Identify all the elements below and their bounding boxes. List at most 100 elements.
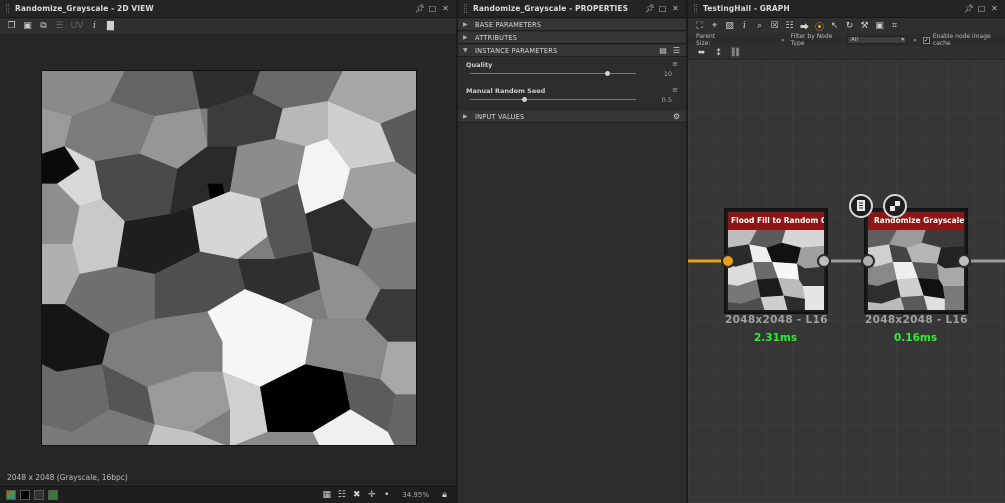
2d-view-statusbar: ▦ ☷ ✖ ✛ • 34.95% 🔒︎	[0, 486, 456, 503]
output-node-badge-icon[interactable]	[883, 194, 907, 218]
section-label: INSTANCE PARAMETERS	[475, 46, 558, 55]
graph-title: TestingHall - GRAPH	[703, 4, 790, 13]
param-label: Manual Random Seed	[466, 87, 546, 95]
cache-checkbox[interactable]: ✓	[922, 36, 930, 44]
background-black-swatch[interactable]	[20, 490, 30, 500]
output-port[interactable]	[817, 254, 831, 268]
export-icon[interactable]: ⧉	[38, 21, 49, 32]
pin-icon[interactable]: 📌︎	[415, 4, 425, 13]
link-nodes-icon[interactable]: ⬌	[696, 47, 707, 58]
expand-icon[interactable]: »	[913, 37, 917, 44]
node-cook-time: 2.31ms	[754, 332, 798, 344]
drag-grip-icon[interactable]	[6, 4, 9, 13]
preset-icon[interactable]: ▤	[659, 46, 667, 55]
param-options-icon[interactable]: ≡	[672, 86, 678, 94]
comment-icon[interactable]: ▣	[874, 21, 885, 32]
param-options-icon[interactable]: ≡	[672, 60, 678, 68]
menu-icon[interactable]: ☰	[673, 46, 680, 55]
input-port[interactable]	[861, 254, 875, 268]
pan-icon[interactable]: ✛	[366, 490, 377, 501]
save-icon[interactable]: ▣	[22, 21, 33, 32]
output-port[interactable]	[957, 254, 971, 268]
quality-slider-track[interactable]	[470, 73, 636, 74]
close-icon[interactable]: ✕	[441, 4, 450, 13]
seed-slider-track[interactable]	[470, 99, 636, 100]
chevron-down-icon: ▼	[463, 47, 468, 54]
image-icon[interactable]: ▨	[724, 21, 735, 32]
align-icon[interactable]: ↕	[713, 47, 724, 58]
2d-view-panel: Randomize_Grayscale - 2D VIEW 📌︎ □ ✕ ❐ ▣…	[0, 0, 456, 503]
section-attributes[interactable]: ▶ ATTRIBUTES	[458, 32, 686, 44]
layout-icon[interactable]: ☷	[784, 21, 795, 32]
voronoi-texture-image	[42, 71, 416, 445]
maximize-icon[interactable]: □	[658, 4, 667, 13]
node-resolution: 2048x2048 - L16	[865, 314, 968, 326]
snap-icon[interactable]: ⌗	[889, 21, 900, 32]
param-label: Quality	[466, 61, 493, 69]
image-info-text: 2048 x 2048 (Grayscale, 16bpc)	[7, 473, 128, 482]
chevron-down-icon: ▾	[901, 37, 905, 43]
node-type-filter-dropdown[interactable]: All ▾	[847, 36, 908, 44]
copy-image-icon[interactable]: ❐	[6, 21, 17, 32]
close-icon[interactable]: ✕	[990, 4, 999, 13]
properties-title: Randomize_Grayscale - PROPERTIES	[473, 4, 629, 13]
connect-icon[interactable]: ⮕	[799, 21, 810, 33]
expand-icon[interactable]: »	[781, 37, 785, 44]
2d-view-titlebar[interactable]: Randomize_Grayscale - 2D VIEW 📌︎ □ ✕	[0, 0, 456, 18]
settings-icon[interactable]: ⚙	[673, 112, 680, 121]
lock-icon[interactable]: 🔒︎	[439, 490, 450, 501]
input-port[interactable]	[721, 254, 735, 268]
section-instance-parameters[interactable]: ▼ INSTANCE PARAMETERS ▤ ☰	[458, 45, 686, 57]
graph-titlebar[interactable]: TestingHall - GRAPH 📌︎ □ ✕	[688, 0, 1005, 18]
close-icon[interactable]: ✕	[671, 4, 680, 13]
pointer-icon[interactable]: ↖	[829, 21, 840, 32]
section-base-parameters[interactable]: ▶ BASE PARAMETERS	[458, 19, 686, 31]
delete-icon[interactable]: ☒	[769, 21, 780, 32]
graph-panel: TestingHall - GRAPH 📌︎ □ ✕ ⛶ ⌖ ▨ i ⌕ ☒ ☷…	[688, 0, 1005, 503]
refresh-icon[interactable]: ↻	[844, 21, 855, 32]
background-gray-swatch[interactable]	[34, 490, 44, 500]
drag-grip-icon[interactable]	[694, 4, 697, 13]
uv-icon[interactable]: UV	[70, 21, 84, 32]
distribute-icon[interactable]: ⛓	[730, 47, 741, 58]
grid-icon[interactable]: ▦	[321, 490, 332, 501]
info-icon[interactable]: i	[739, 21, 750, 32]
param-value[interactable]: 10	[664, 70, 672, 78]
drag-grip-icon[interactable]	[464, 4, 467, 13]
link-icon[interactable]: ⦿	[814, 21, 825, 33]
search-icon[interactable]: ⌕	[754, 21, 765, 32]
param-quality: Quality ≡ 10	[458, 58, 686, 84]
channels-icon[interactable]: ☰	[54, 21, 65, 32]
properties-titlebar[interactable]: Randomize_Grayscale - PROPERTIES 📌︎ □ ✕	[458, 0, 686, 18]
image-display-icon[interactable]	[48, 490, 58, 500]
2d-viewport[interactable]: 2048 x 2048 (Grayscale, 16bpc)	[0, 34, 456, 486]
center-icon[interactable]: ⌖	[709, 21, 720, 32]
node-flood-fill-to-random-grayscale[interactable]: Flood Fill to Random Gr...	[724, 208, 828, 314]
pin-icon[interactable]: 📌︎	[964, 4, 974, 13]
node-thumbnail	[868, 230, 964, 310]
quality-slider-handle[interactable]	[605, 71, 611, 76]
frame-all-icon[interactable]: ⛶	[694, 21, 705, 32]
document-badge-icon[interactable]	[849, 194, 873, 218]
section-input-values[interactable]: ▶ INPUT VALUES ⚙	[458, 111, 686, 123]
maximize-icon[interactable]: □	[977, 4, 986, 13]
zoom-level[interactable]: 34.95%	[402, 491, 429, 499]
fit-view-icon[interactable]: ✖	[351, 490, 362, 501]
section-label: INPUT VALUES	[475, 112, 525, 121]
maximize-icon[interactable]: □	[428, 4, 437, 13]
2d-view-toolbar: ❐ ▣ ⧉ ☰ UV i ▇	[0, 18, 456, 34]
texture-preview[interactable]	[41, 70, 417, 446]
graph-canvas[interactable]: Flood Fill to Random Gr...	[688, 60, 1005, 503]
pin-icon[interactable]: 📌︎	[645, 4, 655, 13]
chevron-right-icon: ▶	[463, 34, 468, 41]
seed-slider-handle[interactable]	[522, 97, 528, 102]
info-icon[interactable]: i	[89, 21, 100, 32]
tiling-icon[interactable]: ☷	[336, 490, 347, 501]
color-mode-icon[interactable]	[6, 490, 16, 500]
zoom-dot-icon[interactable]: •	[381, 490, 392, 501]
node-randomize-grayscale[interactable]: Randomize Grayscale	[864, 208, 968, 314]
section-label: ATTRIBUTES	[475, 33, 518, 42]
tools-icon[interactable]: ⚒	[859, 21, 870, 32]
param-value[interactable]: 0.5	[662, 96, 672, 104]
histogram-icon[interactable]: ▇	[105, 21, 116, 32]
